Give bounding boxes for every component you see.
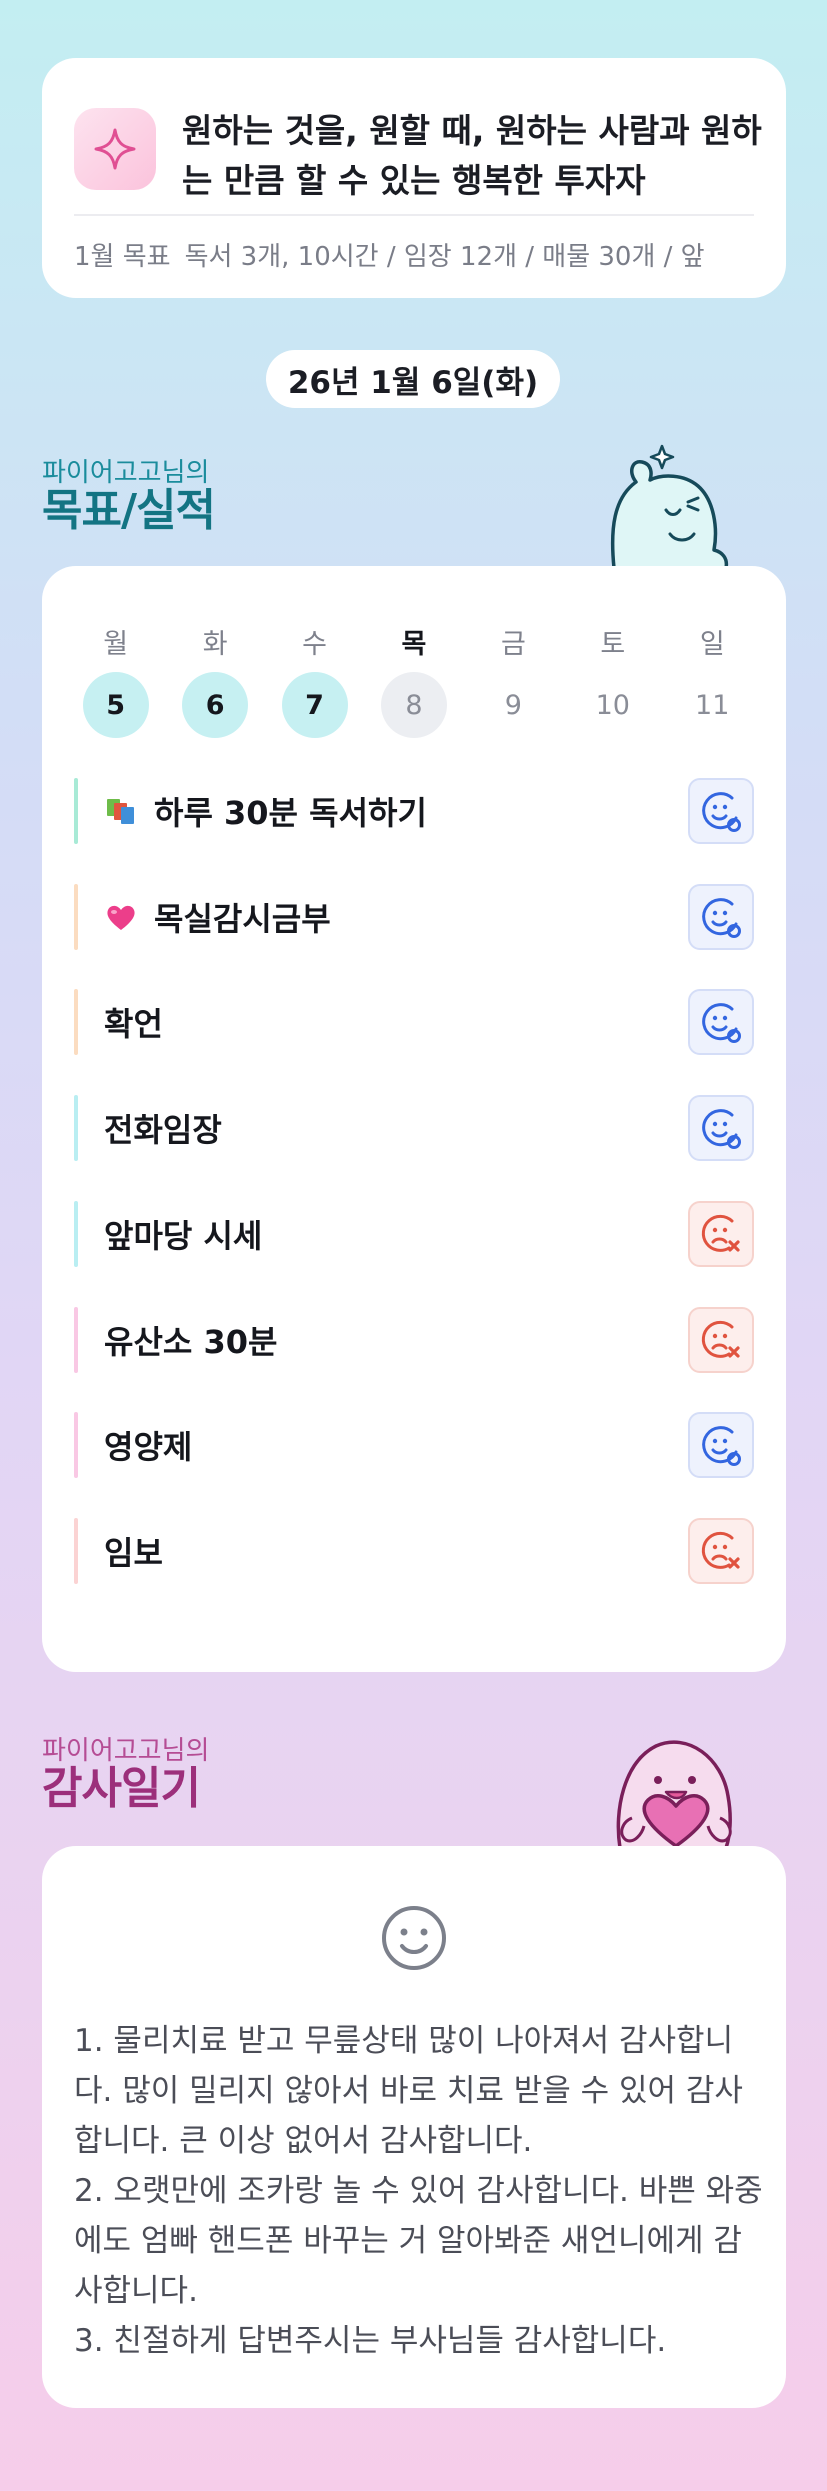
status-done-icon[interactable] — [688, 989, 754, 1056]
task-label: 앞마당 시세 — [104, 1216, 263, 1255]
heart-icon — [104, 900, 138, 934]
goal-title: 원하는 것을, 원할 때, 원하는 사람과 원하는 만큼 할 수 있는 행복한 … — [182, 111, 762, 200]
task-row[interactable]: 유산소 30분 — [74, 1306, 754, 1373]
date-pill: 26년 1월 6일(화) — [266, 350, 560, 408]
day-column[interactable]: 월5 — [66, 622, 165, 738]
status-done-icon[interactable] — [688, 1095, 754, 1162]
mascot-heart-icon — [616, 1740, 732, 1848]
goal-card: 원하는 것을, 원할 때, 원하는 사람과 원하는 만큼 할 수 있는 행복한 … — [42, 58, 786, 298]
task-color-bar — [74, 989, 78, 1056]
day-label: 금 — [500, 629, 526, 660]
status-failed-icon[interactable] — [688, 1517, 754, 1584]
task-label: 확언 — [104, 1005, 163, 1044]
week-strip: 월 5 화 6 수 7 목 8 금 9 토 10 일 11 — [42, 622, 786, 738]
monthly-goal-text: 독서 3개, 10시간 / 임장 12개 / 매물 30개 / 앞 — [184, 242, 705, 272]
day-number[interactable]: 5 — [82, 672, 149, 738]
smiley-face-icon — [382, 1906, 446, 1970]
task-label: 전화임장 — [104, 1111, 222, 1150]
day-column[interactable]: 일 11 — [663, 622, 762, 738]
day-label: 수 — [302, 629, 327, 660]
diary-entry-text: 1. 물리치료 받고 무릎상태 많이 나아져서 감사합니다. 많이 밀리지 않아… — [74, 2023, 763, 2359]
books-icon — [104, 794, 138, 828]
task-label: 하루 30분 독서하기 — [154, 794, 427, 832]
task-row[interactable]: 하루 30분 독서하기 — [74, 778, 754, 844]
day-column[interactable]: 화6 — [165, 622, 264, 738]
day-column[interactable]: 수7 — [265, 622, 364, 738]
day-label: 토 — [600, 629, 626, 660]
task-color-bar — [74, 1095, 78, 1162]
day-number[interactable]: 11 — [679, 672, 745, 738]
task-row[interactable]: 임보 — [74, 1517, 754, 1584]
status-done-icon[interactable] — [688, 1412, 754, 1479]
monthly-goal: 1월 목표 독서 3개, 10시간 / 임장 12개 / 매물 30개 / 앞 — [74, 236, 764, 273]
task-label: 유산소 30분 — [104, 1322, 278, 1361]
status-failed-icon[interactable] — [688, 1306, 754, 1373]
task-label: 영양제 — [104, 1428, 193, 1467]
day-label: 화 — [202, 629, 228, 660]
monthly-goal-label: 1월 목표 — [74, 242, 171, 272]
goal-divider — [74, 214, 754, 216]
day-label: 목 — [401, 629, 427, 660]
task-row[interactable]: 영양제 — [74, 1412, 754, 1479]
task-color-bar — [74, 883, 78, 950]
day-number[interactable]: 6 — [182, 672, 249, 738]
day-number[interactable]: 10 — [580, 672, 646, 738]
day-column[interactable]: 토 10 — [563, 622, 662, 738]
task-color-bar — [74, 1517, 78, 1584]
day-number[interactable]: 8 — [380, 672, 447, 738]
day-column[interactable]: 목8 — [364, 622, 463, 738]
goals-card: 월 5 화 6 수 7 목 8 금 9 토 10 일 11 하루 30분 독서하기 목실감시금부 확언 전화임장… — [42, 566, 786, 1672]
day-label: 월 — [103, 629, 129, 660]
goals-section-title: 목표/실적 — [42, 485, 216, 536]
day-number[interactable]: 7 — [281, 672, 348, 738]
task-row[interactable]: 확언 — [74, 989, 754, 1056]
status-done-icon[interactable] — [688, 778, 754, 844]
diary-section-title: 감사일기 — [42, 1763, 201, 1814]
day-column[interactable]: 금9 — [464, 622, 563, 738]
task-label: 임보 — [104, 1533, 163, 1572]
day-label: 일 — [699, 629, 725, 660]
task-color-bar — [74, 778, 78, 844]
task-label: 목실감시금부 — [154, 899, 331, 938]
task-row[interactable]: 목실감시금부 — [74, 883, 754, 950]
status-done-icon[interactable] — [688, 883, 754, 950]
task-color-bar — [74, 1412, 78, 1479]
task-color-bar — [74, 1306, 78, 1373]
sparkle-icon — [74, 108, 156, 190]
task-row[interactable]: 전화임장 — [74, 1095, 754, 1162]
status-failed-icon[interactable] — [688, 1200, 754, 1267]
diary-card: 1. 물리치료 받고 무릎상태 많이 나아져서 감사합니다. 많이 밀리지 않아… — [42, 1846, 786, 2408]
day-number[interactable]: 9 — [480, 672, 546, 738]
mascot-waving-icon — [610, 444, 729, 568]
task-color-bar — [74, 1200, 78, 1267]
task-row[interactable]: 앞마당 시세 — [74, 1200, 754, 1267]
